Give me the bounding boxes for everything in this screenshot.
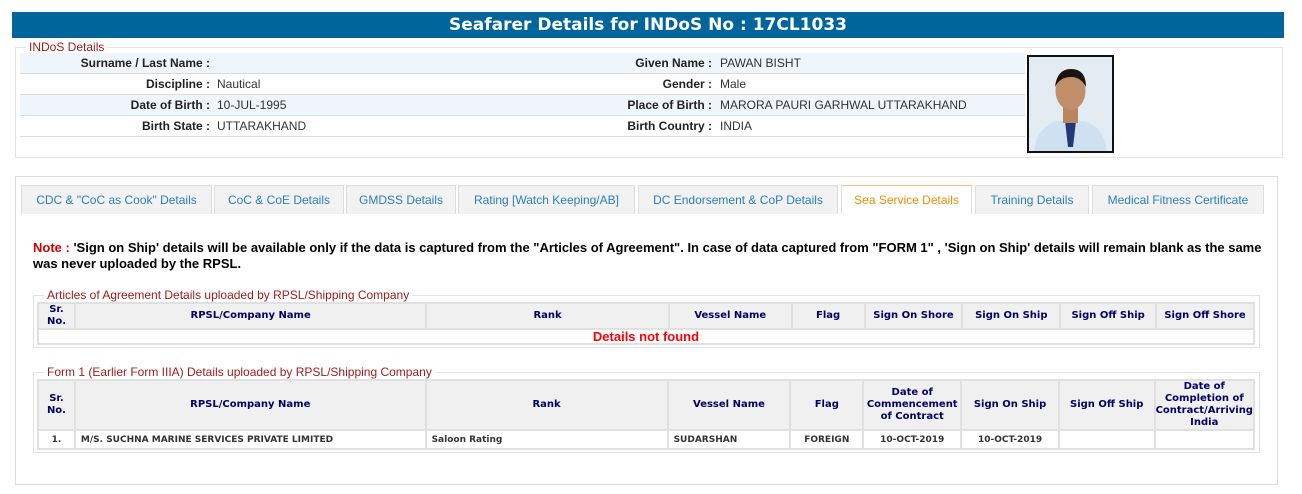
column-header: Date of Commencement of Contract [862, 379, 963, 431]
column-header: Sign On Ship [961, 302, 1062, 330]
column-header: Rank [425, 302, 670, 330]
seafarer-photo [1027, 55, 1114, 153]
table-header-row: Sr. No. RPSL/Company Name Rank Vessel Name F… [37, 302, 1255, 330]
column-header: Rank [424, 379, 669, 431]
column-header: Sr. No. [37, 302, 76, 330]
column-header: RPSL/Company Name [73, 379, 427, 431]
column-header: Sign Off Ship [1059, 302, 1158, 330]
tab-rating-watch-keeping-ab[interactable]: Rating [Watch Keeping/AB] [458, 185, 635, 214]
column-header: Date of Completion of Contract/Arriving … [1153, 379, 1256, 431]
field-value: 10-JUL-1995 [217, 98, 287, 112]
column-header: Sign Off Ship [1057, 379, 1156, 431]
aoa-legend: Articles of Agreement Details uploaded b… [44, 288, 413, 302]
tab-gmdss-details[interactable]: GMDSS Details [346, 185, 456, 214]
column-header: Flag [790, 302, 866, 330]
field-label: Date of Birth : [130, 98, 210, 112]
table-row: Details not found [37, 328, 1255, 345]
column-header: Sr. No. [37, 379, 76, 431]
indos-row: Birth State : UTTARAKHAND Birth Country : I… [20, 116, 1025, 137]
tab-cdc-coc-as-cook-details[interactable]: CDC & "CoC as Cook" Details [21, 185, 212, 214]
column-header: Sign Off Shore [1155, 302, 1255, 330]
table-header-row: Sr. No. RPSL/Company Name Rank Vessel Name F… [37, 379, 1256, 431]
indos-row: Surname / Last Name : Given Name : PAWAN B… [20, 53, 1025, 74]
tab-medical-fitness-certificate[interactable]: Medical Fitness Certificate [1092, 185, 1264, 214]
field-value: MARORA PAURI GARHWAL UTTARAKHAND [720, 98, 967, 112]
field-label: Surname / Last Name : [80, 56, 210, 70]
indos-row: Date of Birth : 10-JUL-1995 Place of Birth… [20, 95, 1025, 116]
field-value: PAWAN BISHT [720, 56, 801, 70]
form1-legend: Form 1 (Earlier Form IIIA) Details uploa… [44, 365, 435, 379]
table-cell: FOREIGN [789, 429, 865, 450]
tab-training-details[interactable]: Training Details [975, 185, 1089, 214]
field-label: Birth Country : [627, 119, 712, 133]
column-header: Vessel Name [667, 302, 793, 330]
table-cell [1153, 429, 1256, 450]
field-label: Place of Birth : [627, 98, 712, 112]
note-prefix: Note : [33, 240, 70, 255]
field-value: UTTARAKHAND [217, 119, 307, 133]
table-cell [1057, 429, 1156, 450]
column-header: Vessel Name [666, 379, 792, 431]
table-cell: 10-OCT-2019 [960, 429, 1060, 450]
no-records-message: Details not found [37, 328, 1255, 345]
table-cell: M/S. SUCHNA MARINE SERVICES PRIVATE LIMI… [73, 429, 427, 450]
field-label: Gender : [662, 77, 712, 91]
table-cell: 10-OCT-2019 [862, 429, 963, 450]
field-label: Birth State : [141, 119, 210, 133]
table-cell: Saloon Rating [424, 429, 669, 450]
indos-row: Discipline : Nautical Gender : Male [20, 74, 1025, 95]
column-header: Flag [789, 379, 865, 431]
note-text: 'Sign on Ship' details will be available… [33, 240, 1262, 271]
table-cell: 1. [37, 429, 76, 450]
aoa-table: Sr. No. RPSL/Company Name Rank Vessel Name F… [37, 302, 1255, 345]
field-value: Nautical [217, 77, 261, 91]
table-row: 1. M/S. SUCHNA MARINE SERVICES PRIVATE LI… [37, 429, 1256, 450]
tab-sea-service-details[interactable]: Sea Service Details [841, 185, 972, 214]
tab-coc-coe-details[interactable]: CoC & CoE Details [214, 185, 344, 214]
tab-dc-endorsement-cop-details[interactable]: DC Endorsement & CoP Details [638, 185, 838, 214]
field-label: Discipline : [145, 77, 210, 91]
indos-legend: INDoS Details [26, 40, 108, 54]
page-title: Seafarer Details for INDoS No : 17CL1033 [12, 12, 1284, 38]
column-header: Sign On Ship [960, 379, 1060, 431]
form1-table: Sr. No. RPSL/Company Name Rank Vessel Name F… [37, 379, 1256, 450]
table-cell: SUDARSHAN [666, 429, 792, 450]
column-header: RPSL/Company Name [73, 302, 428, 330]
column-header: Sign On Shore [863, 302, 964, 330]
sea-service-note: Note : 'Sign on Ship' details will be av… [33, 240, 1263, 272]
field-value: Male [720, 77, 747, 91]
field-value: INDIA [720, 119, 753, 133]
field-label: Given Name : [635, 56, 712, 70]
